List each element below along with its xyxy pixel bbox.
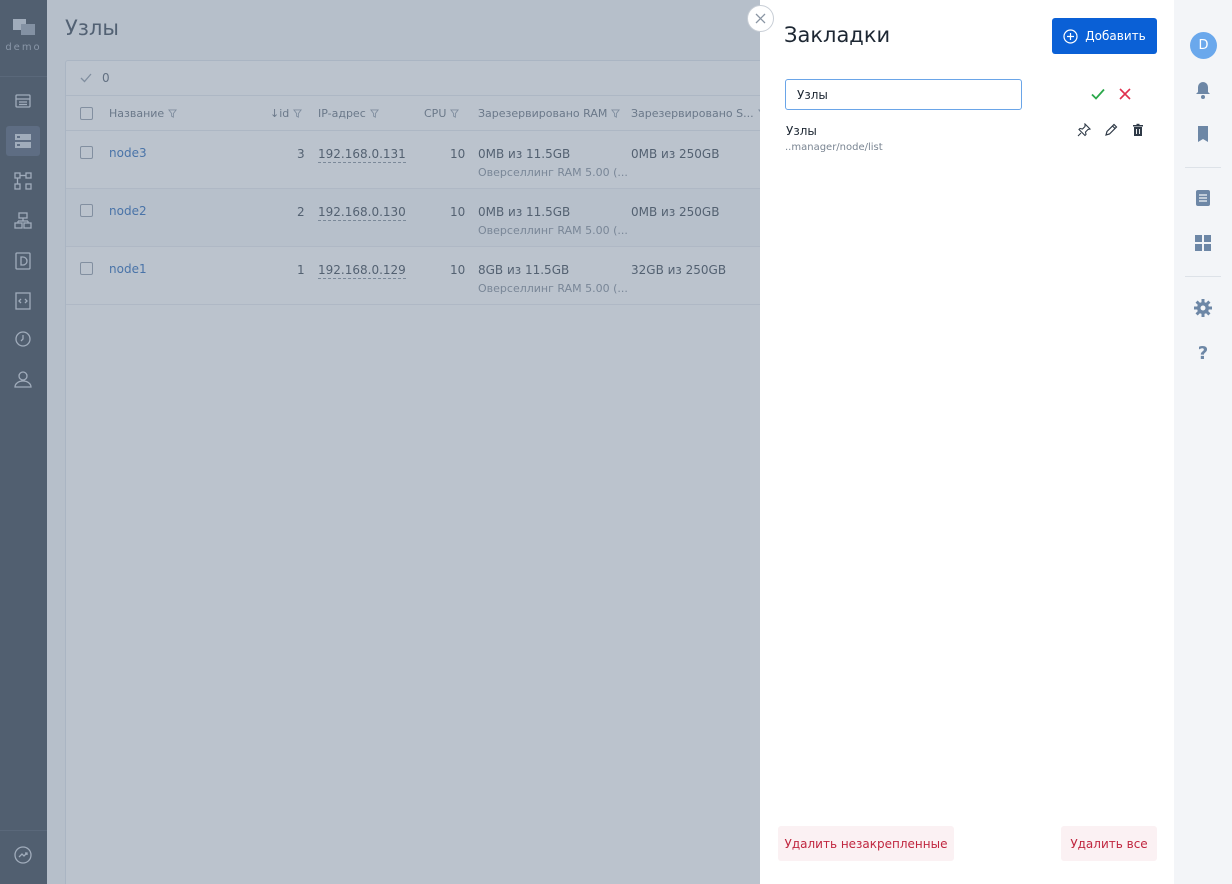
bookmark-title[interactable]: Узлы: [786, 124, 817, 138]
bell-icon: [1196, 82, 1210, 99]
close-drawer-button[interactable]: [747, 5, 774, 32]
pin-icon[interactable]: [1077, 123, 1091, 137]
bookmarks-button[interactable]: [1191, 122, 1215, 146]
drawer-title: Закладки: [784, 23, 891, 47]
avatar[interactable]: D: [1190, 32, 1217, 59]
bookmark-name-input[interactable]: [785, 79, 1022, 110]
bookmark-icon: [1198, 126, 1208, 142]
add-bookmark-label: Добавить: [1085, 29, 1146, 43]
divider: [1185, 276, 1221, 277]
settings-button[interactable]: [1191, 296, 1215, 320]
bookmarks-drawer: Закладки Добавить Узлы ..manager/node/li…: [760, 0, 1174, 884]
close-icon: [755, 13, 766, 24]
notifications-button[interactable]: [1191, 78, 1215, 102]
gear-icon: [1194, 299, 1212, 317]
help-icon[interactable]: ?: [1191, 341, 1215, 365]
divider: [1185, 167, 1221, 168]
confirm-icon[interactable]: [1090, 86, 1106, 102]
documents-button[interactable]: [1191, 186, 1215, 210]
delete-all-button[interactable]: Удалить все: [1061, 826, 1157, 861]
delete-icon[interactable]: [1131, 123, 1145, 137]
bookmark-url: ..manager/node/list: [785, 142, 883, 153]
cancel-icon[interactable]: [1117, 86, 1133, 102]
dashboard-button[interactable]: [1191, 231, 1215, 255]
grid-icon: [1195, 235, 1211, 251]
edit-icon[interactable]: [1104, 123, 1118, 137]
delete-unpinned-button[interactable]: Удалить незакрепленные: [778, 826, 954, 861]
right-sidebar: D ?: [1174, 0, 1232, 884]
add-bookmark-button[interactable]: Добавить: [1052, 18, 1157, 54]
plus-circle-icon: [1063, 28, 1078, 44]
document-icon: [1196, 190, 1210, 206]
modal-backdrop[interactable]: [0, 0, 760, 884]
